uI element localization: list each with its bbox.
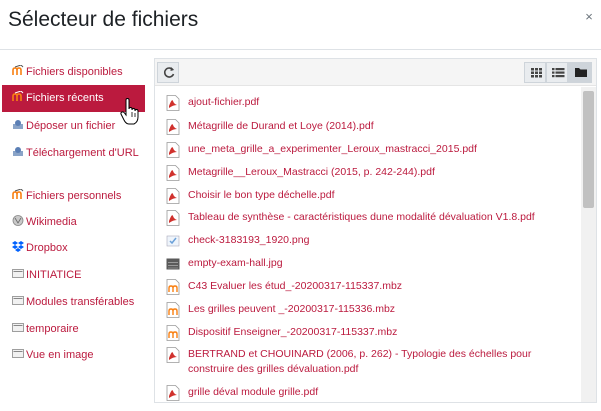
url-icon xyxy=(12,146,24,157)
list-item[interactable]: BERTRAND et CHOUINARD (2006, p. 262) - T… xyxy=(166,347,576,377)
list-item[interactable]: check-3183193_1920.png xyxy=(166,233,576,248)
file-name: grille déval module grille.pdf xyxy=(188,386,319,398)
moodle-backup-icon xyxy=(166,279,180,295)
list-item[interactable]: Métagrille de Durand et Loye (2014).pdf xyxy=(166,119,576,135)
list-icon xyxy=(552,68,565,78)
list-item[interactable]: empty-exam-hall.jpg xyxy=(166,256,576,271)
close-icon[interactable]: × xyxy=(582,10,596,24)
sidebar-item-personal-files[interactable]: Fichiers personnels xyxy=(2,188,145,204)
view-icons-button[interactable] xyxy=(524,62,546,83)
sidebar-item-label: Fichiers personnels xyxy=(26,190,122,202)
file-list: ajout-fichier.pdf Métagrille de Durand e… xyxy=(155,87,581,402)
sidebar-item-label: Wikimedia xyxy=(26,216,77,228)
file-name: Métagrille de Durand et Loye (2014).pdf xyxy=(188,120,374,132)
sidebar-item-dropbox[interactable]: Dropbox xyxy=(2,241,145,256)
sidebar-item-label: Déposer un fichier xyxy=(26,120,116,132)
image-file-icon xyxy=(166,233,180,249)
list-item[interactable]: Metagrille__Leroux_Mastracci (2015, p. 2… xyxy=(166,165,576,181)
pdf-file-icon xyxy=(166,210,180,226)
moodle-icon xyxy=(12,64,24,76)
file-browser-panel: ajout-fichier.pdf Métagrille de Durand e… xyxy=(154,58,597,403)
sidebar-item-initiatice[interactable]: INITIATICE xyxy=(2,268,145,283)
pdf-file-icon xyxy=(166,95,180,111)
grid-icon xyxy=(531,68,542,78)
file-picker-dialog: Sélecteur de fichiers × Fichiers disponi… xyxy=(0,0,601,411)
dropbox-icon xyxy=(12,241,24,252)
pdf-file-icon xyxy=(166,188,180,204)
dialog-header: Sélecteur de fichiers × xyxy=(0,0,601,50)
dialog-title: Sélecteur de fichiers xyxy=(8,8,199,31)
list-item[interactable]: Tableau de synthèse - caractéristiques d… xyxy=(166,210,576,226)
view-tree-button[interactable] xyxy=(568,62,592,83)
sidebar-item-label: Fichiers récents xyxy=(26,92,104,104)
sidebar-item-image-view[interactable]: Vue en image xyxy=(2,348,145,363)
moodle-icon xyxy=(12,188,24,200)
upload-icon xyxy=(12,119,24,130)
sidebar-item-label: INITIATICE xyxy=(26,269,82,281)
sidebar-item-label: Dropbox xyxy=(26,242,68,254)
pdf-file-icon xyxy=(166,165,180,181)
list-item[interactable]: grille déval module grille.pdf xyxy=(166,385,576,401)
sidebar-item-wikimedia[interactable]: Wikimedia xyxy=(2,215,145,230)
view-list-button[interactable] xyxy=(546,62,568,83)
sidebar-item-url-download[interactable]: Téléchargement d'URL xyxy=(2,146,145,161)
file-name: empty-exam-hall.jpg xyxy=(188,257,283,269)
folder-icon xyxy=(575,68,587,77)
image-file-icon xyxy=(166,256,180,272)
sidebar-item-available-files[interactable]: Fichiers disponibles xyxy=(2,64,145,80)
file-name: Choisir le bon type déchelle.pdf xyxy=(188,189,335,201)
moodle-icon xyxy=(12,90,24,102)
folder-icon xyxy=(12,348,24,359)
pdf-file-icon xyxy=(166,347,180,363)
refresh-button[interactable] xyxy=(157,62,179,83)
list-item[interactable]: Choisir le bon type déchelle.pdf xyxy=(166,188,576,204)
file-name: Tableau de synthèse - caractéristiques d… xyxy=(188,211,535,223)
list-item[interactable]: une_meta_grille_a_experimenter_Leroux_ma… xyxy=(166,142,576,158)
moodle-backup-icon xyxy=(166,302,180,318)
pdf-file-icon xyxy=(166,142,180,158)
file-name: check-3183193_1920.png xyxy=(188,234,310,246)
file-name: C43 Evaluer les étud_-20200317-115337.mb… xyxy=(188,280,403,292)
file-name: Les grilles peuvent _-20200317-115336.mb… xyxy=(188,303,396,315)
sidebar-item-label: Modules transférables xyxy=(26,296,135,308)
file-list-scrollbar[interactable] xyxy=(581,87,596,402)
hand-cursor-icon xyxy=(120,97,140,126)
scrollbar-thumb[interactable] xyxy=(583,91,594,208)
moodle-backup-icon xyxy=(166,325,180,341)
file-toolbar xyxy=(155,59,596,86)
refresh-icon xyxy=(163,67,175,78)
list-item[interactable]: Les grilles peuvent _-20200317-115336.mb… xyxy=(166,302,576,318)
list-item[interactable]: Dispositif Enseigner_-20200317-115337.mb… xyxy=(166,325,576,341)
file-name: une_meta_grille_a_experimenter_Leroux_ma… xyxy=(188,143,477,155)
pdf-file-icon xyxy=(166,119,180,135)
file-name: Metagrille__Leroux_Mastracci (2015, p. 2… xyxy=(188,166,435,178)
sidebar-item-label: Vue en image xyxy=(26,349,94,361)
pdf-file-icon xyxy=(166,385,180,401)
folder-icon xyxy=(12,295,24,306)
sidebar-item-label: temporaire xyxy=(26,323,79,335)
file-name: BERTRAND et CHOUINARD (2006, p. 262) - T… xyxy=(188,348,532,375)
file-name: Dispositif Enseigner_-20200317-115337.mb… xyxy=(188,326,398,338)
sidebar-item-label: Fichiers disponibles xyxy=(26,66,123,78)
sidebar-item-temporary[interactable]: temporaire xyxy=(2,322,145,337)
folder-icon xyxy=(12,322,24,333)
list-item[interactable]: ajout-fichier.pdf xyxy=(166,95,576,111)
sidebar-item-transferable-modules[interactable]: Modules transférables xyxy=(2,295,145,310)
sidebar-item-label: Téléchargement d'URL xyxy=(26,147,139,159)
folder-icon xyxy=(12,268,24,279)
file-name: ajout-fichier.pdf xyxy=(188,96,260,108)
wikimedia-icon xyxy=(12,215,24,226)
list-item[interactable]: C43 Evaluer les étud_-20200317-115337.mb… xyxy=(166,279,576,295)
